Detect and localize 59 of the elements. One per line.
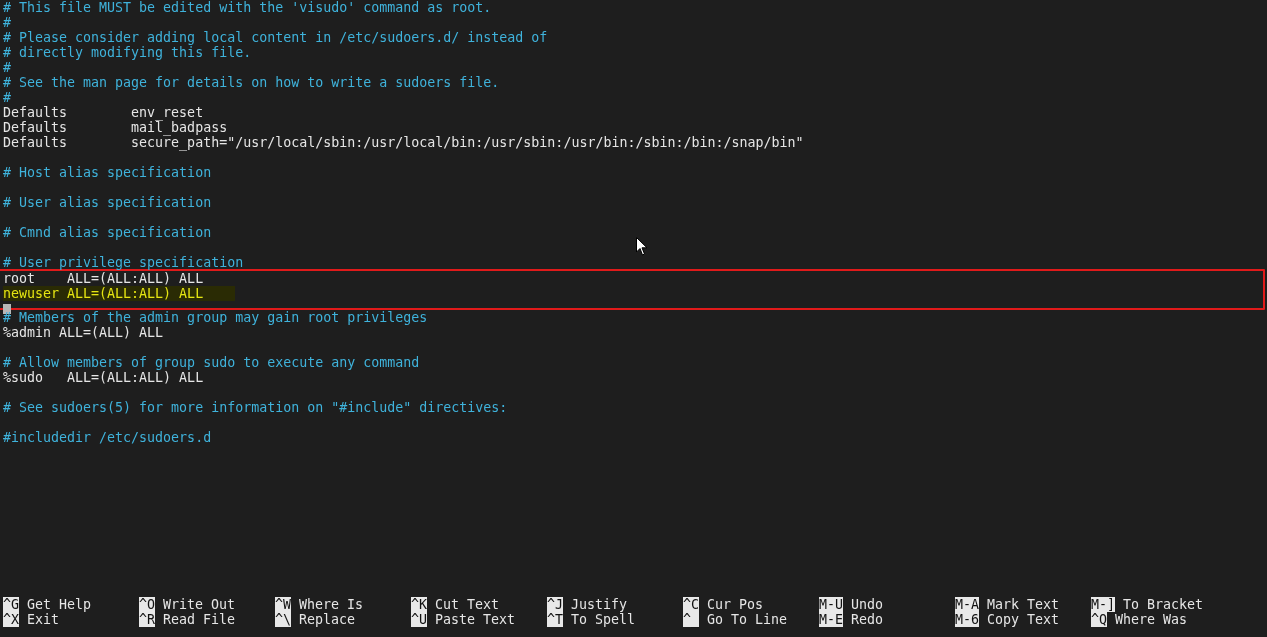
comment-line: # Host alias specification	[3, 165, 213, 180]
comment-line: #	[3, 90, 12, 105]
comment-line: # Cmnd alias specification	[3, 225, 213, 240]
code-line: Defaults mail_badpass	[3, 120, 228, 135]
comment-line: #includedir /etc/sudoers.d	[3, 430, 213, 445]
mouse-pointer-icon	[636, 237, 648, 256]
comment-line: # directly modifying this file.	[3, 45, 253, 60]
shortcut-key: M-E	[819, 612, 844, 627]
shortcut-key: ^R	[139, 612, 155, 627]
shortcut-label: Copy Text	[987, 612, 1060, 627]
code-line: %admin ALL=(ALL) ALL	[3, 325, 165, 340]
comment-line: # See the man page for details on how to write a sudoers file.	[3, 75, 501, 90]
shortcut-label: Read File	[163, 612, 236, 627]
shortcut-label: Redo	[851, 612, 884, 627]
shortcut-key: ^J	[547, 597, 563, 612]
shortcut-label: Get Help	[27, 597, 92, 612]
comment-line: # This file MUST be edited with the 'visudo' command as root.	[3, 0, 493, 15]
shortcut-key: ^O	[139, 597, 155, 612]
comment-line: #	[3, 15, 12, 30]
comment-line: # Members of the admin group may gain root privileges	[3, 310, 429, 325]
shortcut-key: M-U	[819, 597, 844, 612]
shortcut-key: M-A	[955, 597, 980, 612]
shortcut-key: ^G	[3, 597, 19, 612]
shortcut-label: Exit	[27, 612, 60, 627]
shortcut-label: Mark Text	[987, 597, 1060, 612]
shortcut-label: To Bracket	[1123, 597, 1204, 612]
shortcut-key: M-6	[955, 612, 980, 627]
shortcut-key: ^K	[411, 597, 427, 612]
comment-line: # User alias specification	[3, 195, 213, 210]
shortcut-label: Undo	[851, 597, 884, 612]
shortcut-label: Justify	[571, 597, 628, 612]
shortcut-label: Where Was	[1115, 612, 1188, 627]
shortcut-key: ^\	[275, 612, 291, 627]
shortcut-key: ^X	[3, 612, 19, 627]
shortcut-label: Paste Text	[435, 612, 516, 627]
comment-line: # Please consider adding local content in /etc/sudoers.d/ instead of	[3, 30, 549, 45]
shortcut-label: Cur Pos	[707, 597, 764, 612]
shortcut-label: To Spell	[571, 612, 636, 627]
shortcut-key: ^_	[683, 612, 699, 627]
code-line: Defaults env_reset	[3, 105, 204, 120]
shortcut-key: ^C	[683, 597, 699, 612]
shortcut-label: Go To Line	[707, 612, 788, 627]
shortcut-key: ^W	[275, 597, 291, 612]
comment-line: #	[3, 60, 12, 75]
shortcut-key: ^T	[547, 612, 563, 627]
shortcut-label: Cut Text	[435, 597, 500, 612]
comment-line: # User privilege specification	[3, 255, 245, 270]
comment-line: # Allow members of group sudo to execute any command	[3, 355, 421, 370]
shortcut-label: Where Is	[299, 597, 364, 612]
code-line: Defaults secure_path="/usr/local/sbin:/usr/local/bin:/usr/sbin:/usr/bin:/sbin:/bin:/snap/bin"	[3, 135, 805, 150]
shortcut-key: ^U	[411, 612, 427, 627]
text-cursor	[3, 304, 11, 314]
shortcut-key: ^Q	[1091, 612, 1107, 627]
code-line: %sudo ALL=(ALL:ALL) ALL	[3, 370, 205, 385]
shortcut-label: Replace	[299, 612, 356, 627]
comment-line: # See sudoers(5) for more information on "#include" directives:	[3, 400, 509, 415]
shortcut-key: M-]	[1091, 597, 1116, 612]
code-line: root ALL=(ALL:ALL) ALL	[3, 271, 205, 286]
shortcut-label: Write Out	[163, 597, 236, 612]
